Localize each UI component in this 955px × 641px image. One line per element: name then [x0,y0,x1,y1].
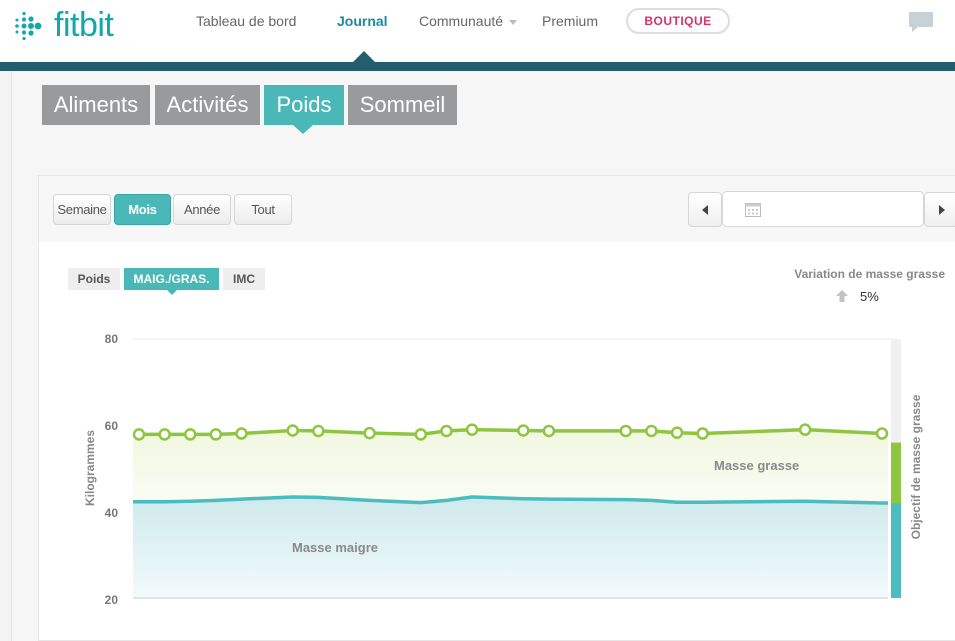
fat-mass-point [440,424,453,438]
fat-mass-point [363,426,376,440]
fat-mass-point [696,427,709,440]
fat-mass-point [465,423,479,436]
fat-mass-point [517,424,530,437]
goal-lean-bar [891,503,901,598]
fat-mass-point [209,428,223,441]
fat-mass-point [312,424,325,438]
fat-mass-point [798,423,812,436]
fat-mass-point [619,424,633,438]
fat-mass-point [542,424,556,438]
fat-mass-point [875,427,889,440]
lean-area-label: Masse maigre [292,540,378,555]
goal-fat-bar [891,442,901,504]
fat-mass-point [132,428,146,441]
fat-mass-point [235,427,248,440]
fat-area-label: Masse grasse [714,458,800,473]
fat-mass-point [670,426,684,439]
fat-mass-point [158,428,171,441]
fat-mass-point [286,424,299,437]
fat-mass-point [183,428,197,441]
fat-mass-point [645,424,658,438]
lean-area [133,497,888,598]
fat-mass-point [414,428,428,441]
body-composition-chart [132,338,901,599]
